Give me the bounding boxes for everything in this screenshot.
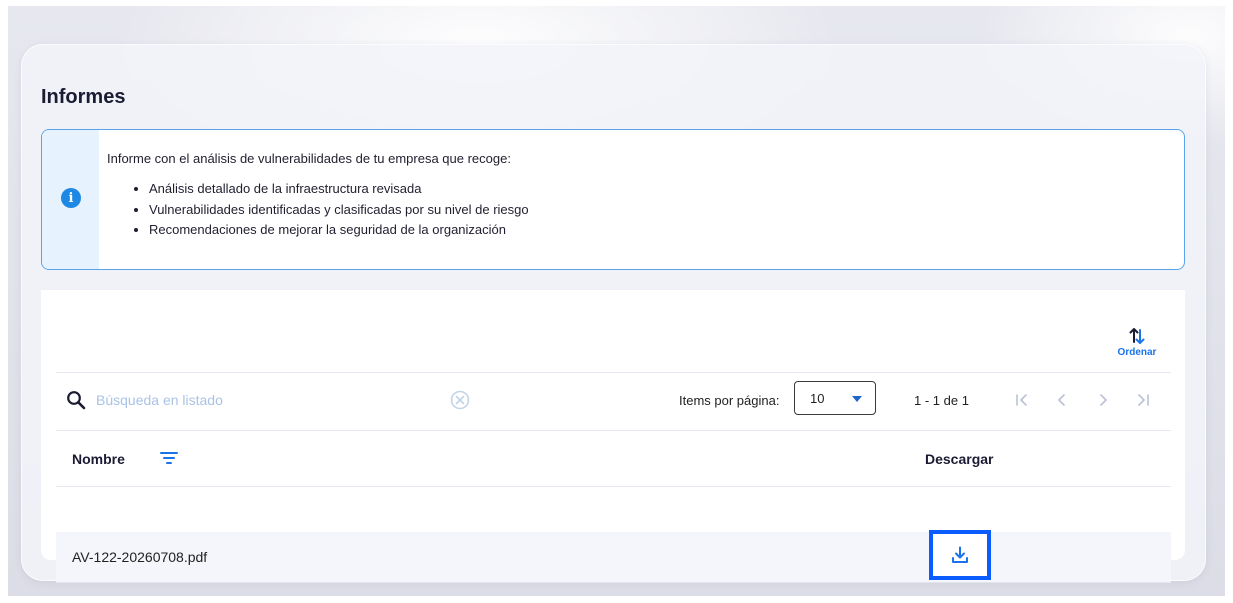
info-intro: Informe con el análisis de vulnerabilida… (107, 151, 511, 166)
last-page-button[interactable] (1133, 390, 1153, 410)
pagination-range: 1 - 1 de 1 (914, 393, 969, 408)
divider (56, 372, 1171, 373)
reports-card: Informes i Informe con el análisis de vu… (21, 44, 1206, 583)
sort-label: Ordenar (1117, 347, 1157, 358)
info-list-item: Vulnerabilidades identificadas y clasifi… (149, 200, 529, 221)
column-header-name: Nombre (72, 451, 125, 467)
info-text: Informe con el análisis de vulnerabilida… (107, 151, 529, 241)
page-title: Informes (41, 86, 126, 108)
table-row: AV-122-20260708.pdf (56, 530, 1171, 583)
filter-icon[interactable] (158, 447, 180, 469)
items-per-page-select[interactable]: 10 (794, 381, 876, 415)
chevron-left-icon (1058, 394, 1065, 406)
info-icon: i (61, 188, 81, 208)
info-list: Análisis detallado de la infraestructura… (107, 179, 529, 241)
clear-search-icon[interactable] (450, 390, 470, 410)
last-page-icon (1138, 394, 1149, 406)
previous-page-button[interactable] (1052, 390, 1072, 410)
sort-arrows-icon (1129, 328, 1145, 344)
chevron-down-icon (852, 396, 862, 402)
chevron-right-icon (1100, 394, 1107, 406)
items-per-page-label: Items por página: (679, 393, 780, 408)
info-list-item: Recomendaciones de mejorar la seguridad … (149, 220, 529, 241)
info-list-item: Análisis detallado de la infraestructura… (149, 179, 529, 200)
file-name: AV-122-20260708.pdf (72, 549, 208, 565)
info-box: i Informe con el análisis de vulnerabili… (41, 129, 1185, 270)
divider (56, 430, 1171, 431)
search-input[interactable] (96, 390, 436, 410)
first-page-button[interactable] (1012, 390, 1032, 410)
download-icon (952, 546, 968, 563)
search-icon (67, 391, 86, 410)
reports-list-panel: Ordenar Items por página: 10 1 - 1 de 1 (41, 290, 1185, 583)
download-button[interactable] (929, 530, 991, 580)
divider (56, 486, 1171, 487)
first-page-icon (1016, 394, 1027, 406)
next-page-button[interactable] (1093, 390, 1113, 410)
items-per-page-value: 10 (810, 391, 825, 406)
sort-button[interactable]: Ordenar (1111, 325, 1163, 365)
column-header-download: Descargar (925, 451, 994, 467)
